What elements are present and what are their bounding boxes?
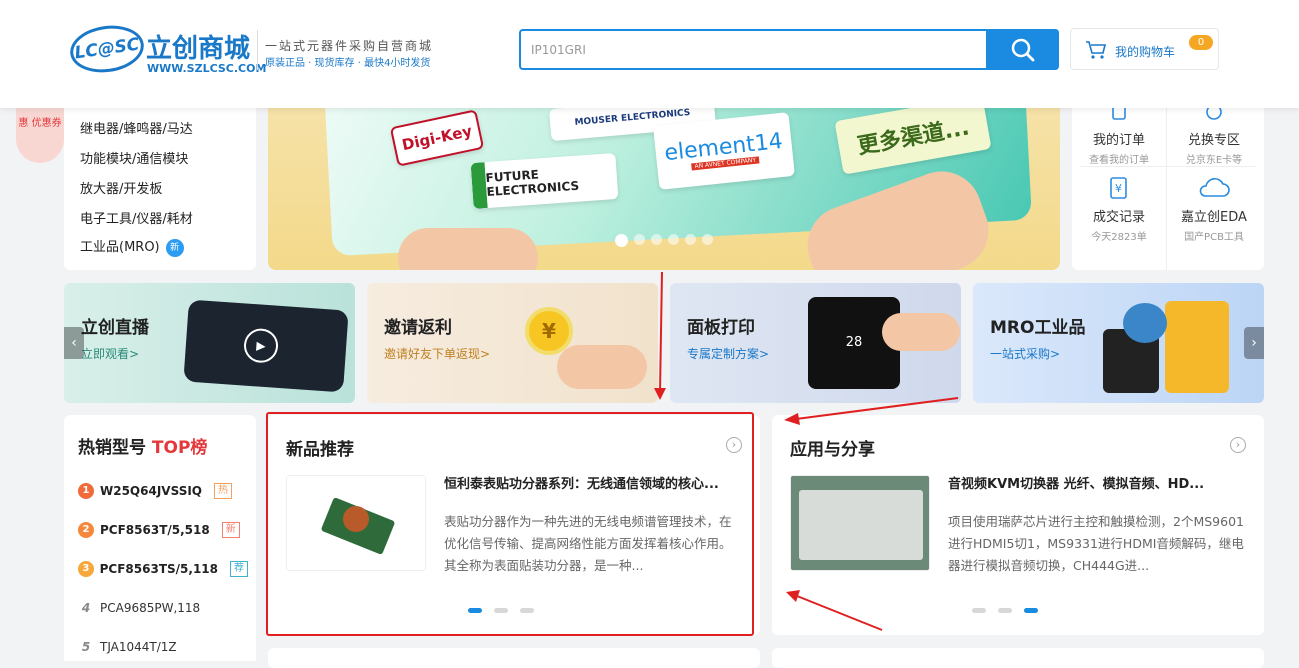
arrowhead: [786, 590, 800, 602]
annotation-arrows: [654, 271, 959, 631]
arrowhead: [654, 388, 666, 400]
arrow-line: [796, 595, 883, 631]
arrowhead: [784, 413, 800, 425]
arrow-line: [659, 271, 663, 393]
arrow-line: [795, 397, 959, 420]
